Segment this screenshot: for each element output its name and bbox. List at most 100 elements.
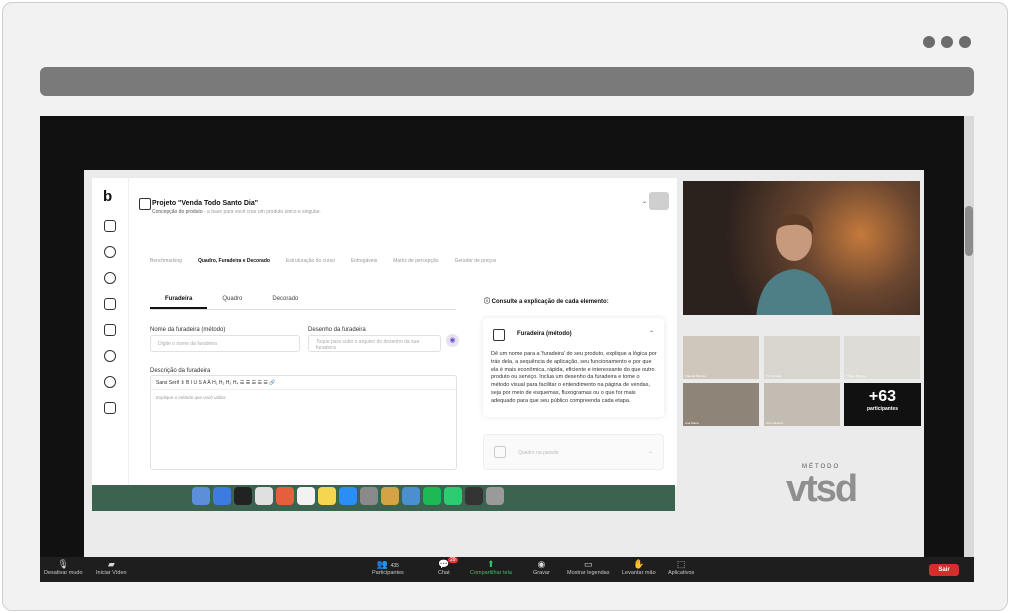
mic-off-icon: 🎙 bbox=[57, 559, 69, 569]
drill-icon bbox=[493, 329, 505, 341]
chat-badge: 29 bbox=[448, 557, 458, 563]
rich-text-editor[interactable]: Sans Serif ⇕ B I U S A Ā H₁ H₂ H₃ H₄ ☰ ☰… bbox=[150, 375, 457, 470]
speaker-person bbox=[756, 214, 833, 315]
help-card2-title: Quadro na parede bbox=[518, 450, 559, 456]
speaker-video[interactable] bbox=[683, 181, 920, 315]
step-benchmarking[interactable]: Benchmarking bbox=[150, 258, 182, 264]
consult-heading: ⓘ Consulte a explicação de cada elemento… bbox=[484, 299, 609, 305]
target-icon[interactable] bbox=[104, 272, 116, 284]
calendar-icon[interactable] bbox=[104, 298, 116, 310]
editor-toolbar[interactable]: Sans Serif ⇕ B I U S A Ā H₁ H₂ H₃ H₄ ☰ ☰… bbox=[151, 376, 456, 390]
chat-button[interactable]: 💬 29 Chat bbox=[438, 557, 458, 576]
participant-thumb[interactable]: Ana Maria bbox=[683, 383, 759, 426]
cc-icon: ▭ bbox=[583, 559, 593, 569]
grid-icon[interactable] bbox=[104, 246, 116, 258]
edit-icon[interactable] bbox=[104, 324, 116, 336]
chevron-up-icon[interactable]: ⌃ bbox=[649, 330, 654, 337]
folder-icon[interactable] bbox=[104, 220, 116, 232]
brand-logo: MÉTODO vtsd bbox=[786, 464, 858, 510]
help-card-collapsed[interactable]: Quadro na parede ⌄ bbox=[483, 434, 664, 470]
zoom-toolbar: 🎙 Desativar mudo ▰ Iniciar Vídeo 👥 435 Part… bbox=[40, 557, 974, 582]
share-screen-button[interactable]: ⬆ Compartilhar tela bbox=[470, 559, 512, 576]
more-dots-icon[interactable] bbox=[923, 36, 971, 48]
photos-icon[interactable] bbox=[255, 487, 273, 505]
help-card: Furadeira (método) ⌃ Dê um nome para a '… bbox=[483, 318, 664, 417]
tab-decorado[interactable]: Decorado bbox=[257, 292, 313, 309]
participant-thumb[interactable]: Thales Barreto bbox=[844, 336, 920, 379]
picture-icon bbox=[494, 446, 506, 458]
captions-button[interactable]: ▭ Mostrar legendas bbox=[567, 559, 610, 576]
leave-button[interactable]: Sair bbox=[929, 564, 959, 576]
desenho-label: Desenho da furadeira bbox=[308, 327, 366, 333]
preview-icon[interactable] bbox=[402, 487, 420, 505]
step-gerador[interactable]: Gerador de preços bbox=[455, 258, 497, 264]
desenho-upload[interactable]: Toque para subir o arquivo do desenho da… bbox=[308, 335, 441, 352]
participants-button[interactable]: 👥 435 Participantes bbox=[372, 559, 404, 576]
scrollbar-thumb[interactable] bbox=[965, 206, 973, 256]
help-card-title: Furadeira (método) bbox=[517, 331, 572, 337]
step-quadro[interactable]: Quadro, Furadeira e Decorado bbox=[198, 258, 270, 264]
step-estruturacao[interactable]: Estruturação do curso bbox=[286, 258, 335, 264]
raise-hand-button[interactable]: ✋ Levantar mão bbox=[622, 559, 656, 576]
gift-icon bbox=[139, 198, 151, 210]
triangle-icon[interactable] bbox=[104, 350, 116, 362]
more-participants[interactable]: +63 participantes bbox=[844, 383, 921, 426]
safari-icon[interactable] bbox=[213, 487, 231, 505]
macos-dock bbox=[92, 485, 675, 511]
participant-thumb[interactable]: Tom Oliveira bbox=[764, 383, 840, 426]
participant-thumb[interactable]: Claudia Montes bbox=[683, 336, 759, 379]
camera-off-icon: ▰ bbox=[107, 559, 115, 569]
chevron-down-icon[interactable]: ⌄ bbox=[648, 448, 653, 455]
trash-icon[interactable] bbox=[486, 487, 504, 505]
chat-icon[interactable] bbox=[104, 376, 116, 388]
apps-button[interactable]: ⬚ Aplicativos bbox=[668, 559, 694, 576]
subtabs: Furadeira Quadro Decorado bbox=[150, 292, 456, 310]
more-label: participantes bbox=[866, 406, 899, 412]
appstore-icon[interactable] bbox=[339, 487, 357, 505]
tab-furadeira[interactable]: Furadeira bbox=[150, 292, 208, 309]
step-matriz[interactable]: Matriz de percepção bbox=[393, 258, 438, 264]
tab-quadro[interactable]: Quadro bbox=[207, 292, 257, 309]
project-header: Projeto "Venda Todo Santo Dia" Concepção… bbox=[152, 200, 321, 215]
address-bar[interactable] bbox=[40, 67, 974, 96]
mute-button[interactable]: 🎙 Desativar mudo bbox=[44, 559, 83, 576]
shared-screen: b Projeto "Venda Todo Santo Dia" Concepç… bbox=[84, 170, 924, 557]
project-title: Projeto "Venda Todo Santo Dia" bbox=[152, 200, 259, 207]
settings-icon[interactable] bbox=[360, 487, 378, 505]
chevron-down-icon[interactable]: ⌄ bbox=[642, 198, 647, 205]
hand-icon: ✋ bbox=[633, 559, 645, 569]
calendar-app-icon[interactable] bbox=[297, 487, 315, 505]
terminal-icon[interactable] bbox=[465, 487, 483, 505]
record-button[interactable]: ◉ Gravar bbox=[533, 559, 550, 576]
steps-nav: Benchmarking Quadro, Furadeira e Decorad… bbox=[150, 258, 496, 264]
apps-icon: ⬚ bbox=[676, 559, 686, 569]
zoom-window: b Projeto "Venda Todo Santo Dia" Concepç… bbox=[40, 116, 974, 582]
app-logo: b bbox=[103, 188, 113, 205]
share-icon: ⬆ bbox=[487, 559, 495, 569]
avatar[interactable] bbox=[649, 192, 669, 210]
descricao-label: Descrição da furadeira bbox=[150, 368, 211, 374]
notes-icon[interactable] bbox=[318, 487, 336, 505]
web-app: b Projeto "Venda Todo Santo Dia" Concepç… bbox=[92, 178, 677, 487]
scrollbar[interactable] bbox=[964, 116, 974, 557]
people-icon: 👥 435 bbox=[376, 559, 399, 569]
price-icon[interactable] bbox=[104, 402, 116, 414]
folder-app-icon[interactable] bbox=[381, 487, 399, 505]
editor-placeholder: Explique o método que você utiliza bbox=[156, 395, 226, 400]
left-rail: b bbox=[92, 178, 129, 487]
eye-icon[interactable]: ◉ bbox=[446, 334, 459, 347]
record-icon: ◉ bbox=[537, 559, 546, 569]
finder-icon[interactable] bbox=[192, 487, 210, 505]
chrome-icon[interactable] bbox=[276, 487, 294, 505]
whatsapp-icon[interactable] bbox=[444, 487, 462, 505]
video-button[interactable]: ▰ Iniciar Vídeo bbox=[96, 559, 127, 576]
nome-label: Nome da furadeira (método) bbox=[150, 327, 226, 333]
dock-items bbox=[192, 487, 504, 505]
participant-thumb[interactable]: Vic Almeida bbox=[764, 336, 840, 379]
nome-input[interactable]: Digite o nome da furadeira bbox=[150, 335, 300, 352]
spotify-icon[interactable] bbox=[423, 487, 441, 505]
help-card-body: Dê um nome para a 'furadeira' do seu pro… bbox=[491, 351, 657, 404]
launchpad-icon[interactable] bbox=[234, 487, 252, 505]
step-entregaveis[interactable]: Entregáveis bbox=[351, 258, 377, 264]
browser-frame: b Projeto "Venda Todo Santo Dia" Concepç… bbox=[2, 2, 1008, 611]
